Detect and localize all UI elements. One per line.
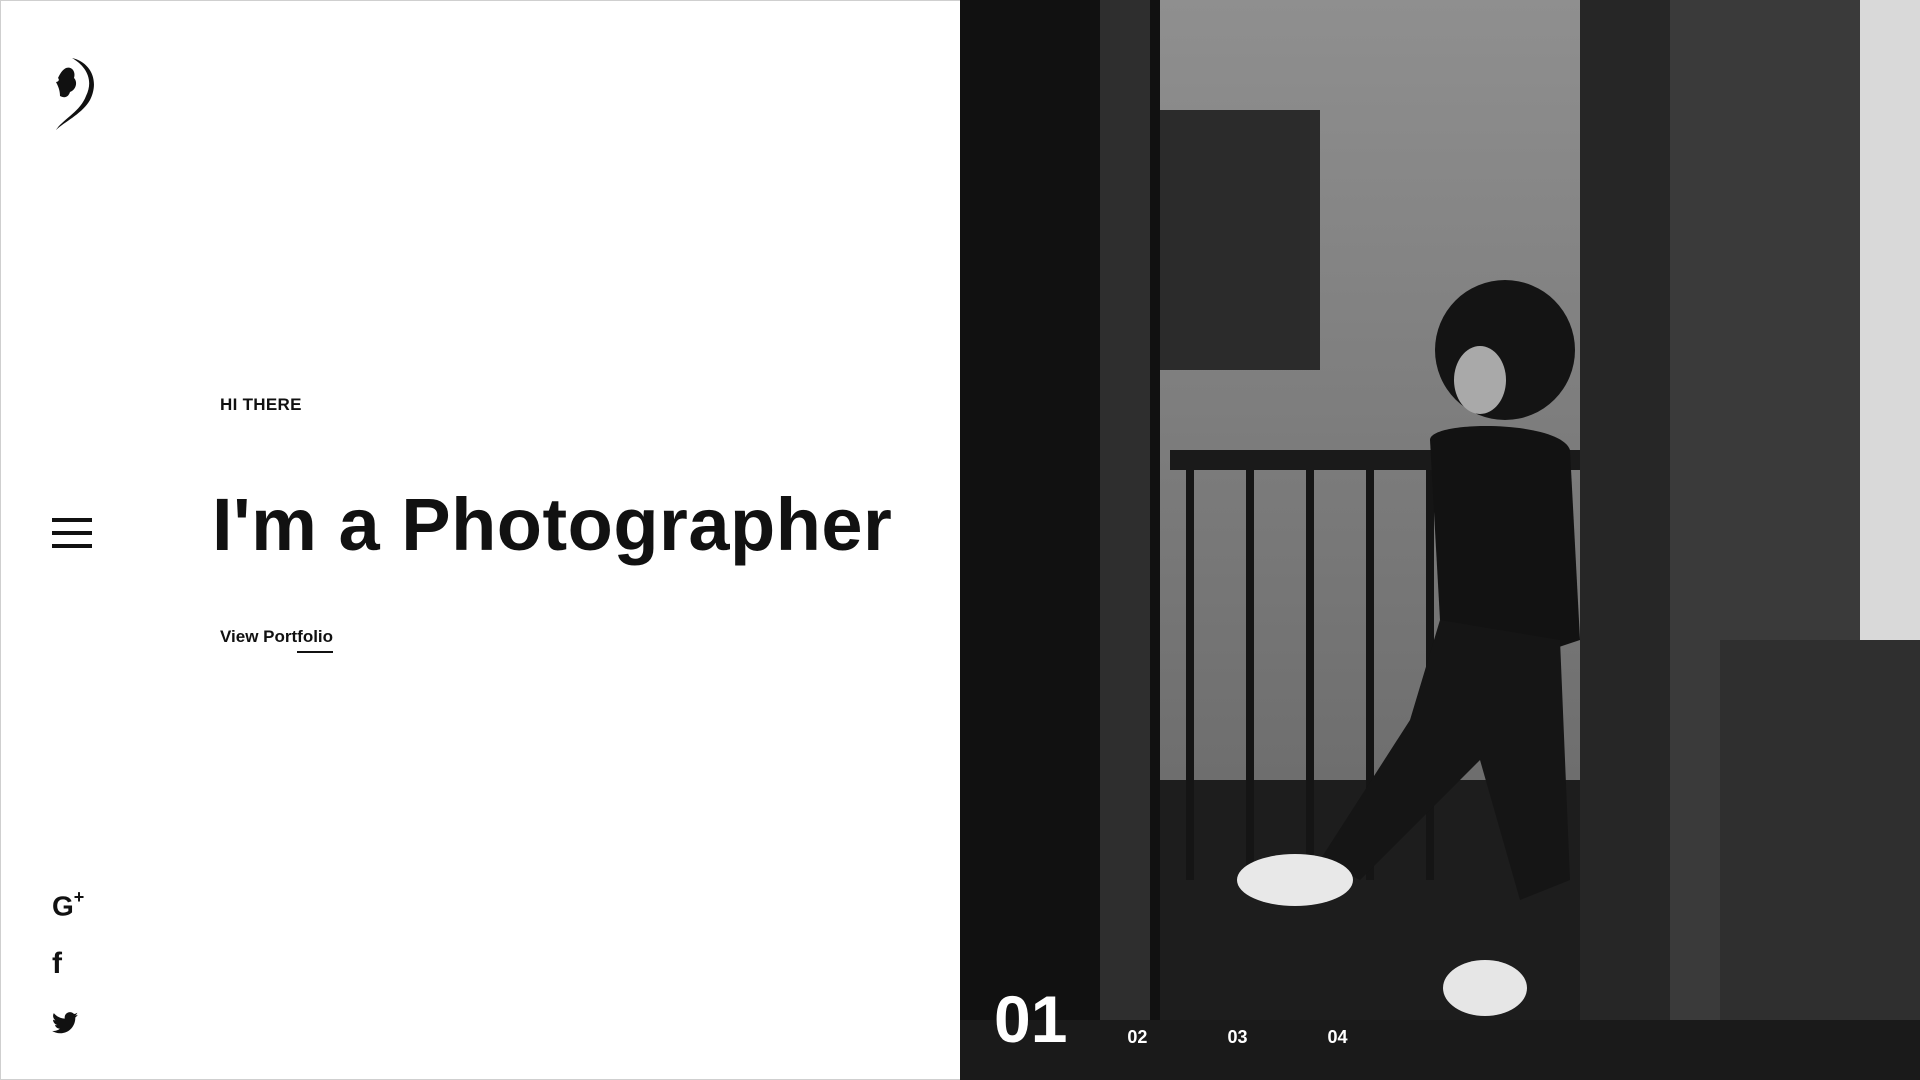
menu-bar xyxy=(52,518,92,522)
current-slide-number: 01 xyxy=(994,982,1068,1056)
left-rail: G+ f xyxy=(0,0,150,1080)
menu-bar xyxy=(52,531,92,535)
view-portfolio-link[interactable]: View Portfolio xyxy=(220,627,334,653)
twitter-icon[interactable] xyxy=(52,1012,78,1034)
photo-illustration xyxy=(960,0,1920,1080)
hero-photo xyxy=(960,0,1920,1080)
hero-headline: I'm a Photographer xyxy=(212,483,893,566)
menu-bar xyxy=(52,544,92,548)
google-plus-icon[interactable]: G+ xyxy=(52,884,84,921)
slide-pager: 01 02 03 04 xyxy=(994,986,1428,1052)
slide-button-03[interactable]: 03 xyxy=(1227,1027,1247,1048)
google-plus-letter: G xyxy=(52,890,74,922)
facebook-letter: f xyxy=(52,947,62,980)
facebook-icon[interactable]: f xyxy=(52,948,62,980)
slide-button-02[interactable]: 02 xyxy=(1127,1027,1147,1048)
slide-button-04[interactable]: 04 xyxy=(1327,1027,1347,1048)
woman-profile-logo-icon[interactable] xyxy=(50,52,100,132)
google-plus-sign: + xyxy=(73,887,85,907)
hero-section: HI THERE I'm a Photographer View Portfol… xyxy=(212,0,960,1080)
hero-eyebrow: HI THERE xyxy=(220,395,302,414)
hamburger-menu-icon[interactable] xyxy=(52,518,92,548)
